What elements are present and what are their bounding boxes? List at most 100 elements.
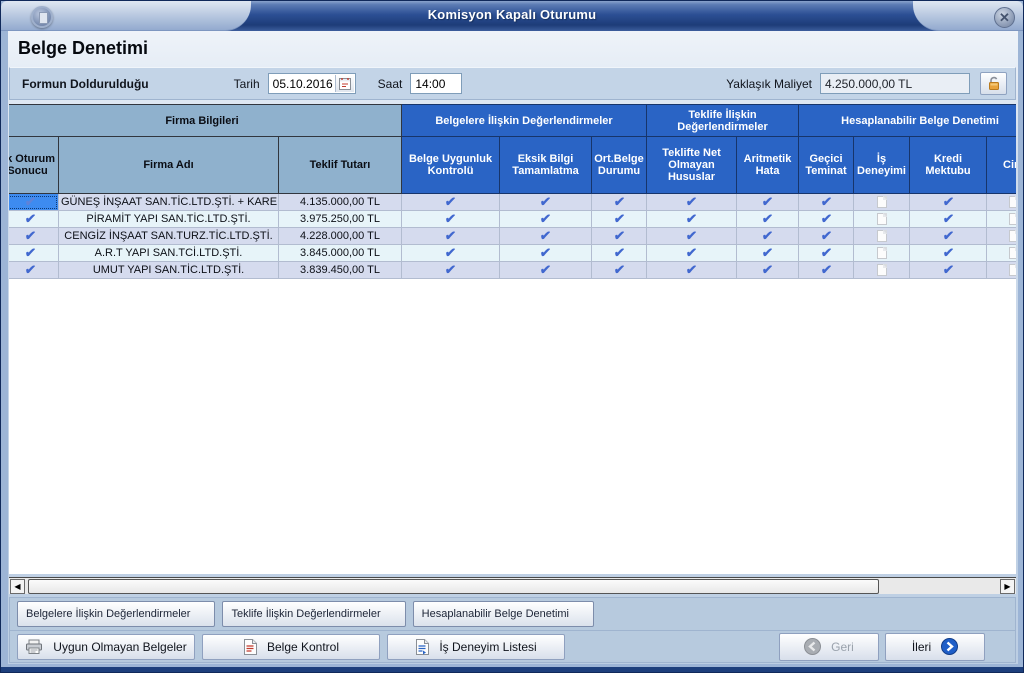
column-header-5[interactable]: Ort.Belge Durumu bbox=[592, 137, 647, 194]
evaluation-cell-1[interactable]: ✔ bbox=[500, 262, 592, 279]
window-title: Komisyon Kapalı Oturumu bbox=[1, 7, 1023, 22]
next-button[interactable]: İleri bbox=[885, 633, 985, 661]
dropdown-button-0[interactable]: Belgelere İlişkin Değerlendirmeler bbox=[17, 601, 215, 627]
action-button-0[interactable]: Uygun Olmayan Belgeler bbox=[17, 634, 195, 660]
evaluation-cell-7[interactable]: ✔ bbox=[910, 194, 987, 211]
bid-amount-cell[interactable]: 3.975.250,00 TL bbox=[279, 211, 402, 228]
first-session-result-cell[interactable]: ✔ bbox=[9, 228, 59, 245]
evaluation-cell-3[interactable]: ✔ bbox=[647, 211, 737, 228]
evaluation-cell-6[interactable] bbox=[854, 245, 910, 262]
evaluation-cell-7[interactable]: ✔ bbox=[910, 228, 987, 245]
check-icon: ✔ bbox=[942, 213, 954, 224]
bid-amount-cell[interactable]: 4.228.000,00 TL bbox=[279, 228, 402, 245]
firm-name-cell[interactable]: PİRAMİT YAPI SAN.TİC.LTD.ŞTİ. bbox=[59, 211, 279, 228]
evaluation-cell-4[interactable]: ✔ bbox=[737, 211, 799, 228]
evaluation-cell-6[interactable] bbox=[854, 262, 910, 279]
check-icon: ✔ bbox=[761, 213, 773, 224]
column-header-0[interactable]: İlk Oturum Sonucu bbox=[9, 137, 59, 194]
evaluation-cell-0[interactable]: ✔ bbox=[402, 245, 500, 262]
evaluation-cell-7[interactable]: ✔ bbox=[910, 211, 987, 228]
dropdown-button-2[interactable]: Hesaplanabilir Belge Denetimi bbox=[413, 601, 594, 627]
evaluation-cell-0[interactable]: ✔ bbox=[402, 262, 500, 279]
firm-name-cell[interactable]: GÜNEŞ İNŞAAT SAN.TİC.LTD.ŞTİ. + KARE YA bbox=[59, 194, 279, 211]
evaluation-cell-2[interactable]: ✔ bbox=[592, 262, 647, 279]
evaluation-cell-8[interactable] bbox=[987, 245, 1016, 262]
scroll-left-icon[interactable]: ◀ bbox=[10, 579, 25, 594]
bid-amount-cell[interactable]: 3.839.450,00 TL bbox=[279, 262, 402, 279]
table-row[interactable]: ✔ A.R.T YAPI SAN.TCİ.LTD.ŞTİ.3.845.000,00… bbox=[9, 245, 1016, 262]
firm-name-cell[interactable]: A.R.T YAPI SAN.TCİ.LTD.ŞTİ. bbox=[59, 245, 279, 262]
evaluation-cell-4[interactable]: ✔ bbox=[737, 245, 799, 262]
evaluation-cell-3[interactable]: ✔ bbox=[647, 262, 737, 279]
check-icon: ✔ bbox=[24, 247, 36, 258]
evaluation-cell-5[interactable]: ✔ bbox=[799, 262, 854, 279]
column-header-1[interactable]: Firma Adı bbox=[59, 137, 279, 194]
column-header-9[interactable]: İş Deneyimi bbox=[854, 137, 910, 194]
evaluation-cell-2[interactable]: ✔ bbox=[592, 228, 647, 245]
evaluation-cell-3[interactable]: ✔ bbox=[647, 194, 737, 211]
evaluation-cell-5[interactable]: ✔ bbox=[799, 211, 854, 228]
cost-value: 4.250.000,00 TL bbox=[825, 77, 912, 91]
evaluation-cell-6[interactable] bbox=[854, 194, 910, 211]
calendar-icon[interactable] bbox=[335, 75, 354, 92]
first-session-result-cell[interactable]: ✔ bbox=[9, 194, 59, 211]
evaluation-cell-3[interactable]: ✔ bbox=[647, 245, 737, 262]
evaluation-cell-1[interactable]: ✔ bbox=[500, 245, 592, 262]
lock-button[interactable] bbox=[980, 72, 1007, 95]
evaluation-cell-1[interactable]: ✔ bbox=[500, 211, 592, 228]
evaluation-cell-0[interactable]: ✔ bbox=[402, 211, 500, 228]
evaluation-cell-4[interactable]: ✔ bbox=[737, 262, 799, 279]
evaluation-cell-8[interactable] bbox=[987, 211, 1016, 228]
time-field[interactable]: 14:00 bbox=[410, 73, 462, 94]
evaluation-cell-2[interactable]: ✔ bbox=[592, 245, 647, 262]
horizontal-scrollbar[interactable]: ◀ ▶ bbox=[9, 577, 1016, 594]
evaluation-cell-8[interactable] bbox=[987, 194, 1016, 211]
evaluation-cell-5[interactable]: ✔ bbox=[799, 194, 854, 211]
evaluation-cell-7[interactable]: ✔ bbox=[910, 262, 987, 279]
evaluation-cell-2[interactable]: ✔ bbox=[592, 211, 647, 228]
column-header-11[interactable]: Ciro bbox=[987, 137, 1016, 194]
bid-amount-cell[interactable]: 4.135.000,00 TL bbox=[279, 194, 402, 211]
evaluation-cell-4[interactable]: ✔ bbox=[737, 194, 799, 211]
evaluation-cell-7[interactable]: ✔ bbox=[910, 245, 987, 262]
column-header-8[interactable]: Geçici Teminat bbox=[799, 137, 854, 194]
action-button-2[interactable]: İş Deneyim Listesi bbox=[387, 634, 565, 660]
table-row[interactable]: ✔GÜNEŞ İNŞAAT SAN.TİC.LTD.ŞTİ. + KARE YA… bbox=[9, 194, 1016, 211]
table-row[interactable]: ✔PİRAMİT YAPI SAN.TİC.LTD.ŞTİ.3.975.250,… bbox=[9, 211, 1016, 228]
evaluation-cell-5[interactable]: ✔ bbox=[799, 228, 854, 245]
evaluation-cell-4[interactable]: ✔ bbox=[737, 228, 799, 245]
evaluation-cell-2[interactable]: ✔ bbox=[592, 194, 647, 211]
back-button[interactable]: Geri bbox=[779, 633, 879, 661]
column-header-7[interactable]: Aritmetik Hata bbox=[737, 137, 799, 194]
column-header-4[interactable]: Eksik Bilgi Tamamlatma bbox=[500, 137, 592, 194]
firm-name-cell[interactable]: CENGİZ İNŞAAT SAN.TURZ.TİC.LTD.ŞTİ. bbox=[59, 228, 279, 245]
evaluation-cell-3[interactable]: ✔ bbox=[647, 228, 737, 245]
scroll-right-icon[interactable]: ▶ bbox=[1000, 579, 1015, 594]
column-header-6[interactable]: Teklifte Net Olmayan Hususlar bbox=[647, 137, 737, 194]
first-session-result-cell[interactable]: ✔ bbox=[9, 245, 59, 262]
table-row[interactable]: ✔CENGİZ İNŞAAT SAN.TURZ.TİC.LTD.ŞTİ.4.22… bbox=[9, 228, 1016, 245]
evaluation-cell-5[interactable]: ✔ bbox=[799, 245, 854, 262]
evaluation-cell-6[interactable] bbox=[854, 211, 910, 228]
evaluation-cell-1[interactable]: ✔ bbox=[500, 194, 592, 211]
evaluation-cell-8[interactable] bbox=[987, 228, 1016, 245]
action-button-1[interactable]: Belge Kontrol bbox=[202, 634, 380, 660]
evaluation-cell-0[interactable]: ✔ bbox=[402, 194, 500, 211]
date-field[interactable]: 05.10.2016 bbox=[268, 73, 356, 94]
column-header-10[interactable]: Kredi Mektubu bbox=[910, 137, 987, 194]
evaluation-cell-1[interactable]: ✔ bbox=[500, 228, 592, 245]
scrollbar-thumb[interactable] bbox=[28, 579, 879, 594]
evaluation-cell-0[interactable]: ✔ bbox=[402, 228, 500, 245]
first-session-result-cell[interactable]: ✔ bbox=[9, 211, 59, 228]
bid-amount-cell[interactable]: 3.845.000,00 TL bbox=[279, 245, 402, 262]
firm-name-cell[interactable]: UMUT YAPI SAN.TİC.LTD.ŞTİ. bbox=[59, 262, 279, 279]
evaluation-cell-6[interactable] bbox=[854, 228, 910, 245]
document-icon bbox=[1009, 213, 1016, 225]
close-icon[interactable]: ✕ bbox=[994, 7, 1015, 28]
dropdown-button-1[interactable]: Teklife İlişkin Değerlendirmeler bbox=[222, 601, 405, 627]
column-header-2[interactable]: Teklif Tutarı bbox=[279, 137, 402, 194]
table-row[interactable]: ✔UMUT YAPI SAN.TİC.LTD.ŞTİ.3.839.450,00 … bbox=[9, 262, 1016, 279]
evaluation-cell-8[interactable] bbox=[987, 262, 1016, 279]
column-header-3[interactable]: Belge Uygunluk Kontrolü bbox=[402, 137, 500, 194]
first-session-result-cell[interactable]: ✔ bbox=[9, 262, 59, 279]
